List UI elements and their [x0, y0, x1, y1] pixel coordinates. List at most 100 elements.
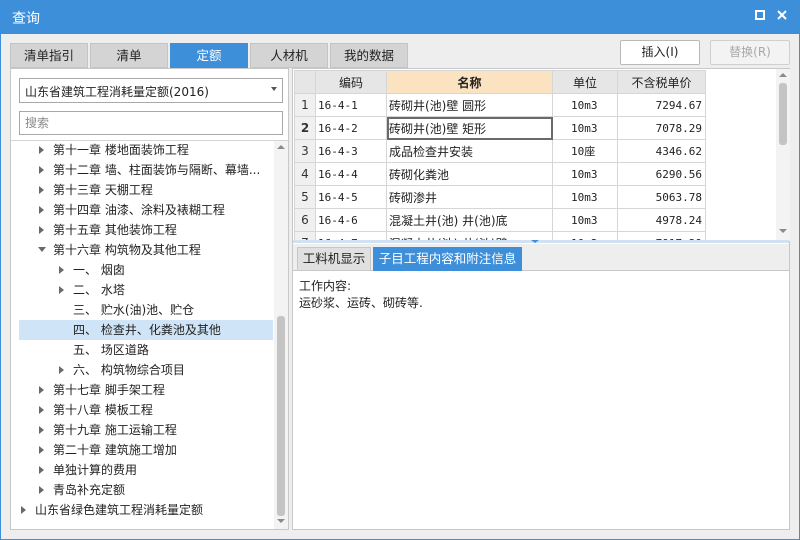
cell-code[interactable]: 16-4-2: [315, 116, 387, 140]
expand-arrow-icon[interactable]: [39, 226, 44, 234]
expand-arrow-icon[interactable]: [39, 446, 44, 454]
tree-node-ch13[interactable]: 第十三章 天棚工程: [11, 180, 274, 200]
tree-node-ch11[interactable]: 第十一章 楼地面装饰工程: [11, 140, 274, 160]
tree-node-qingdao-supplement[interactable]: 青岛补充定额: [11, 480, 274, 500]
pane-splitter[interactable]: [293, 240, 789, 243]
cell-name[interactable]: 砖砌井(池)壁 圆形: [386, 93, 553, 117]
cell-unit[interactable]: 10m3: [552, 185, 618, 209]
tree-node-label: 第十一章 楼地面装饰工程: [53, 143, 189, 157]
splitter-grip-icon[interactable]: [531, 240, 539, 243]
grid-scrollbar[interactable]: [776, 69, 790, 241]
tree-node-ch16-6[interactable]: 六、 构筑物综合项目: [11, 360, 274, 380]
expand-arrow-icon[interactable]: [39, 426, 44, 434]
cell-unit[interactable]: 10m3: [552, 231, 618, 240]
column-header-code[interactable]: 编码: [315, 70, 387, 94]
collapse-arrow-icon[interactable]: [38, 247, 46, 252]
cell-name[interactable]: 混凝土井(池) 井(池)壁: [386, 231, 553, 240]
cell-price[interactable]: 6290.56: [617, 162, 706, 186]
scrollbar-thumb[interactable]: [277, 316, 285, 516]
expand-arrow-icon[interactable]: [39, 406, 44, 414]
expand-arrow-icon[interactable]: [39, 466, 44, 474]
table-row[interactable]: 4 16-4-4 砖砌化粪池 10m3 6290.56: [294, 162, 706, 186]
expand-arrow-icon[interactable]: [59, 266, 64, 274]
column-header-unit[interactable]: 单位: [552, 70, 618, 94]
maximize-icon[interactable]: [752, 9, 768, 25]
scrollbar-thumb[interactable]: [779, 83, 787, 145]
tree-node-ch16[interactable]: 第十六章 构筑物及其他工程: [11, 240, 274, 260]
tree-node-ch16-5[interactable]: 五、 场区道路: [11, 340, 274, 360]
expand-arrow-icon[interactable]: [39, 386, 44, 394]
table-row[interactable]: 2 16-4-2 砖砌井(池)壁 矩形 10m3 7078.29: [294, 116, 706, 140]
tab-quota[interactable]: 定额: [170, 43, 248, 68]
cell-name[interactable]: 砖砌化粪池: [386, 162, 553, 186]
scroll-down-icon[interactable]: [779, 229, 787, 233]
tree-node-ch15[interactable]: 第十五章 其他装饰工程: [11, 220, 274, 240]
table-row[interactable]: 6 16-4-6 混凝土井(池) 井(池)底 10m3 4978.24: [294, 208, 706, 232]
cell-name[interactable]: 成品检查井安装: [386, 139, 553, 163]
table-row[interactable]: 5 16-4-5 砖砌渗井 10m3 5063.78: [294, 185, 706, 209]
scroll-up-icon[interactable]: [277, 145, 285, 149]
tree-node-ch16-4[interactable]: 四、 检查井、化粪池及其他: [19, 320, 273, 340]
tree-node-ch16-1[interactable]: 一、 烟囱: [11, 260, 274, 280]
column-header-price[interactable]: 不含税单价: [617, 70, 706, 94]
cell-code[interactable]: 16-4-7: [315, 231, 387, 240]
work-content-text: 工作内容: 运砂浆、运砖、砌砖等.: [299, 278, 423, 312]
cell-unit[interactable]: 10m3: [552, 162, 618, 186]
expand-arrow-icon[interactable]: [39, 486, 44, 494]
tree-node-ch18[interactable]: 第十八章 模板工程: [11, 400, 274, 420]
table-row[interactable]: 7 16-4-7 混凝土井(池) 井(池)壁 10m3 7917.39: [294, 231, 706, 240]
tab-my-data[interactable]: 我的数据: [330, 43, 408, 68]
tab-labor-material-machine[interactable]: 人材机: [250, 43, 328, 68]
cell-code[interactable]: 16-4-3: [315, 139, 387, 163]
tab-list-guide[interactable]: 清单指引: [10, 43, 88, 68]
cell-code[interactable]: 16-4-5: [315, 185, 387, 209]
cell-unit[interactable]: 10m3: [552, 116, 618, 140]
search-input[interactable]: [19, 111, 283, 135]
cell-price[interactable]: 4346.62: [617, 139, 706, 163]
tree-scrollbar[interactable]: [274, 141, 288, 529]
replace-button[interactable]: 替换(R): [710, 40, 790, 65]
tree-node-ch17[interactable]: 第十七章 脚手架工程: [11, 380, 274, 400]
tab-labor-material-display[interactable]: 工料机显示: [297, 247, 371, 271]
expand-arrow-icon[interactable]: [59, 286, 64, 294]
tree-node-label: 第十九章 施工运输工程: [53, 423, 177, 437]
quota-library-select[interactable]: 山东省建筑工程消耗量定额(2016): [19, 78, 283, 103]
cell-code[interactable]: 16-4-4: [315, 162, 387, 186]
tree-node-ch14[interactable]: 第十四章 油漆、涂料及裱糊工程: [11, 200, 274, 220]
cell-name[interactable]: 砖砌渗井: [386, 185, 553, 209]
tab-work-content-notes[interactable]: 子目工程内容和附注信息: [373, 247, 522, 271]
table-row[interactable]: 3 16-4-3 成品检查井安装 10座 4346.62: [294, 139, 706, 163]
cell-name[interactable]: 砖砌井(池)壁 矩形: [386, 116, 553, 140]
expand-arrow-icon[interactable]: [39, 206, 44, 214]
cell-price[interactable]: 7294.67: [617, 93, 706, 117]
cell-name[interactable]: 混凝土井(池) 井(池)底: [386, 208, 553, 232]
expand-arrow-icon[interactable]: [39, 146, 44, 154]
cell-price[interactable]: 5063.78: [617, 185, 706, 209]
cell-unit[interactable]: 10座: [552, 139, 618, 163]
expand-arrow-icon[interactable]: [59, 366, 64, 374]
cell-unit[interactable]: 10m3: [552, 93, 618, 117]
close-icon[interactable]: [774, 9, 790, 25]
insert-button[interactable]: 插入(I): [620, 40, 700, 65]
tree-node-ch20[interactable]: 第二十章 建筑施工增加: [11, 440, 274, 460]
cell-price[interactable]: 7917.39: [617, 231, 706, 240]
expand-arrow-icon[interactable]: [21, 506, 26, 514]
tree-node-ch16-2[interactable]: 二、 水塔: [11, 280, 274, 300]
cell-price[interactable]: 4978.24: [617, 208, 706, 232]
tree-node-ch16-3[interactable]: 三、 贮水(油)池、贮仓: [11, 300, 274, 320]
cell-price[interactable]: 7078.29: [617, 116, 706, 140]
scroll-up-icon[interactable]: [779, 73, 787, 77]
scroll-down-icon[interactable]: [277, 519, 285, 523]
expand-arrow-icon[interactable]: [39, 166, 44, 174]
tab-list[interactable]: 清单: [90, 43, 168, 68]
expand-arrow-icon[interactable]: [39, 186, 44, 194]
column-header-name[interactable]: 名称: [386, 70, 553, 94]
tree-node-separate-fees[interactable]: 单独计算的费用: [11, 460, 274, 480]
tree-node-ch12[interactable]: 第十二章 墙、柱面装饰与隔断、幕墙...: [11, 160, 274, 180]
cell-unit[interactable]: 10m3: [552, 208, 618, 232]
tree-node-green-building[interactable]: 山东省绿色建筑工程消耗量定额: [11, 500, 274, 520]
table-row[interactable]: 1 16-4-1 砖砌井(池)壁 圆形 10m3 7294.67: [294, 93, 706, 117]
cell-code[interactable]: 16-4-1: [315, 93, 387, 117]
tree-node-ch19[interactable]: 第十九章 施工运输工程: [11, 420, 274, 440]
cell-code[interactable]: 16-4-6: [315, 208, 387, 232]
